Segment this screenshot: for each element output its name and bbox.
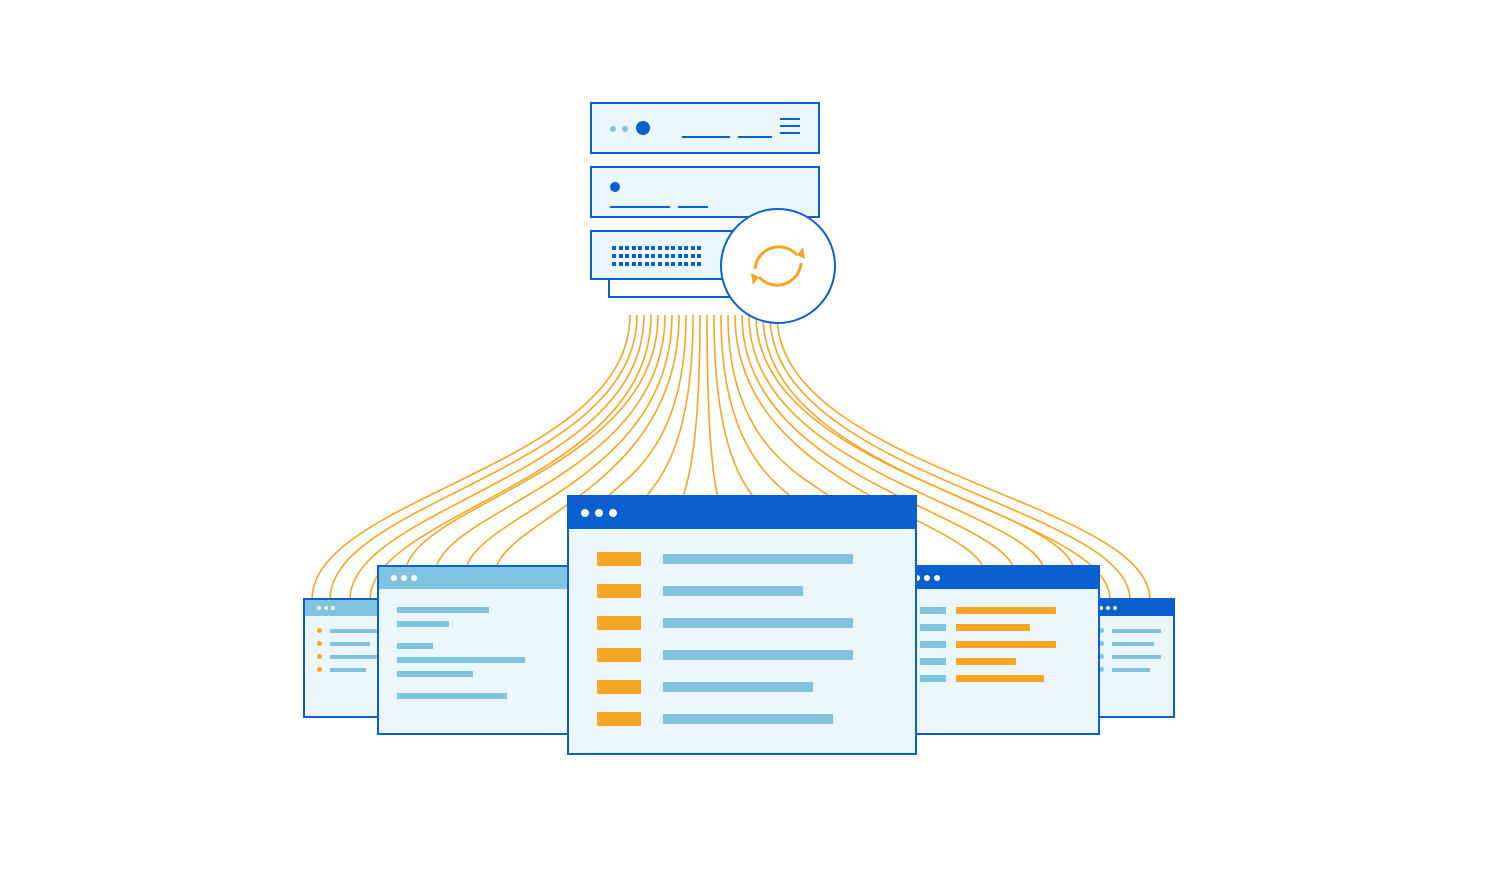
list-item	[317, 628, 379, 633]
small-tag	[920, 641, 946, 648]
list-item	[920, 624, 1080, 631]
list-item	[920, 658, 1080, 665]
window-dot-icon	[391, 575, 397, 581]
window-dot-icon	[331, 606, 335, 610]
small-tag	[920, 658, 946, 665]
content	[1099, 628, 1161, 680]
list-item	[597, 712, 887, 726]
text-line	[330, 642, 370, 646]
server-unit-1	[590, 102, 820, 154]
list-item	[317, 667, 379, 672]
small-tag	[920, 607, 946, 614]
list-item	[317, 654, 379, 659]
text-line	[397, 621, 449, 627]
list-item	[1099, 654, 1161, 659]
server2-dot	[610, 182, 620, 192]
text-line	[663, 618, 853, 628]
content	[397, 607, 557, 707]
list-item	[1099, 641, 1161, 646]
window-dot-icon	[581, 509, 589, 517]
text-line	[1112, 629, 1161, 633]
tag-icon	[597, 680, 641, 694]
small-tag	[920, 624, 946, 631]
text-line	[1112, 655, 1161, 659]
text-line	[397, 657, 525, 663]
bullet-icon	[317, 641, 322, 646]
text-line	[397, 607, 489, 613]
window-dot-icon	[595, 509, 603, 517]
text-line	[397, 643, 433, 649]
server1-line2	[738, 136, 772, 138]
titlebar	[902, 567, 1098, 589]
client-window-mid-right	[900, 565, 1100, 735]
small-tag	[920, 675, 946, 682]
server3-vent-grid	[612, 246, 702, 268]
text-line	[1112, 668, 1150, 672]
window-dot-icon	[609, 509, 617, 517]
tag-icon	[597, 584, 641, 598]
server1-dot1	[610, 126, 616, 132]
tag-icon	[597, 552, 641, 566]
text-line	[956, 607, 1056, 614]
text-line	[956, 641, 1056, 648]
window-dot-icon	[324, 606, 328, 610]
text-line	[663, 682, 813, 692]
server1-line1	[682, 136, 730, 138]
list-item	[597, 616, 887, 630]
text-line	[663, 554, 853, 564]
client-window-mid-left	[377, 565, 577, 735]
window-dot-icon	[401, 575, 407, 581]
bullet-icon	[317, 667, 322, 672]
content	[597, 552, 887, 744]
sync-arrows-icon	[741, 229, 815, 303]
content	[920, 607, 1080, 692]
list-item	[1099, 628, 1161, 633]
text-line	[663, 714, 833, 724]
text-line	[330, 668, 366, 672]
server1-dot-large	[636, 121, 650, 135]
titlebar	[379, 567, 575, 589]
window-dot-icon	[1113, 606, 1117, 610]
tag-icon	[597, 648, 641, 662]
text-line	[663, 586, 803, 596]
text-line	[330, 655, 379, 659]
list-item	[597, 584, 887, 598]
bullet-icon	[317, 654, 322, 659]
list-item	[920, 641, 1080, 648]
text-line	[1112, 642, 1154, 646]
text-line	[956, 675, 1044, 682]
list-item	[1099, 667, 1161, 672]
server1-dot2	[622, 126, 628, 132]
sync-badge	[720, 208, 836, 324]
text-line	[397, 693, 507, 699]
window-dot-icon	[924, 575, 930, 581]
list-item	[597, 552, 887, 566]
list-item	[920, 607, 1080, 614]
list-item	[317, 641, 379, 646]
server2-line1	[610, 206, 670, 208]
server1-hamburger-icon	[780, 118, 800, 139]
window-dot-icon	[317, 606, 321, 610]
tag-icon	[597, 616, 641, 630]
window-dot-icon	[411, 575, 417, 581]
content	[317, 628, 379, 680]
text-line	[663, 650, 853, 660]
window-dot-icon	[934, 575, 940, 581]
window-dot-icon	[1106, 606, 1110, 610]
diagram-canvas	[0, 0, 1510, 892]
list-item	[920, 675, 1080, 682]
list-item	[597, 680, 887, 694]
text-line	[956, 624, 1030, 631]
titlebar	[569, 497, 915, 529]
tag-icon	[597, 712, 641, 726]
client-window-center	[567, 495, 917, 755]
text-line	[330, 629, 378, 633]
list-item	[597, 648, 887, 662]
bullet-icon	[317, 628, 322, 633]
text-line	[397, 671, 473, 677]
server2-line2	[678, 206, 708, 208]
text-line	[956, 658, 1016, 665]
